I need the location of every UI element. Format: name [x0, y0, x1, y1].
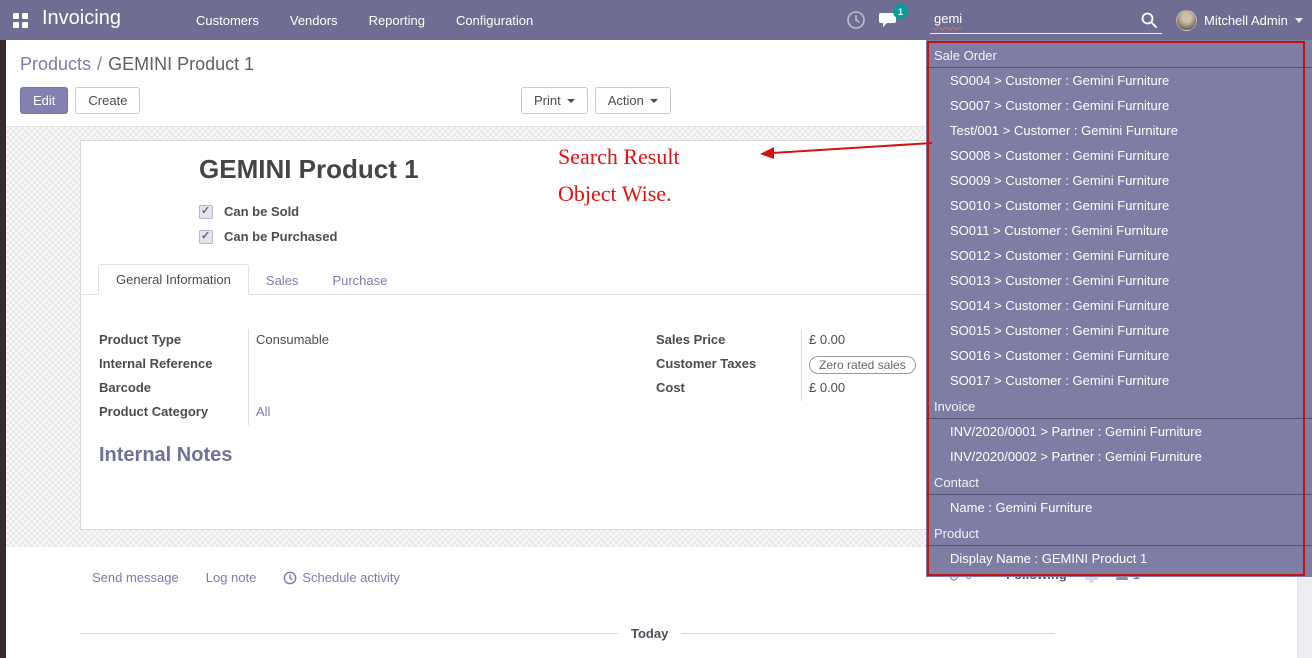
- today-divider: Today: [80, 626, 1055, 641]
- can-be-purchased-checkbox[interactable]: [199, 230, 213, 244]
- user-avatar: [1176, 10, 1197, 31]
- can-be-sold-label: Can be Sold: [224, 204, 299, 219]
- search-result-item[interactable]: SO009 > Customer : Gemini Furniture: [926, 168, 1312, 193]
- group-header-invoice: Invoice: [926, 393, 1312, 419]
- app-title[interactable]: Invoicing: [42, 7, 121, 30]
- search-result-item[interactable]: Name : Gemini Furniture: [926, 495, 1312, 520]
- messages-count-badge: 1: [893, 4, 908, 19]
- user-menu[interactable]: Mitchell Admin: [1176, 0, 1303, 40]
- tab-purchase[interactable]: Purchase: [315, 266, 404, 295]
- nav-item-vendors[interactable]: Vendors: [290, 13, 338, 28]
- chevron-down-icon: [1295, 18, 1303, 23]
- chevron-down-icon: [567, 99, 575, 103]
- page: Invoicing Customers Vendors Reporting Co…: [0, 0, 1312, 658]
- breadcrumb-products-link[interactable]: Products: [20, 54, 91, 74]
- annotation-text: Search Result Object Wise.: [558, 138, 778, 212]
- print-dropdown-button[interactable]: Print: [521, 87, 588, 114]
- chatter-actions: Send message Log note Schedule activity: [92, 570, 400, 585]
- global-search-input[interactable]: gemi: [930, 6, 1162, 34]
- internal-reference-value: [248, 353, 519, 377]
- apps-grid-icon[interactable]: [13, 13, 28, 28]
- can-be-sold-checkbox[interactable]: [199, 205, 213, 219]
- field-internal-reference: Internal Reference: [99, 353, 519, 377]
- top-navbar: Invoicing Customers Vendors Reporting Co…: [0, 0, 1312, 40]
- chevron-down-icon: [650, 99, 658, 103]
- search-result-item[interactable]: Display Name : GEMINI Product 1: [926, 546, 1312, 571]
- user-name: Mitchell Admin: [1204, 13, 1288, 28]
- search-result-item[interactable]: Test/001 > Customer : Gemini Furniture: [926, 118, 1312, 143]
- nav-item-reporting[interactable]: Reporting: [369, 13, 425, 28]
- internal-notes-heading: Internal Notes: [99, 444, 232, 467]
- nav-item-configuration[interactable]: Configuration: [456, 13, 533, 28]
- group-header-sale-order: Sale Order: [926, 42, 1312, 68]
- action-dropdown-button[interactable]: Action: [595, 87, 671, 114]
- breadcrumb: Products/GEMINI Product 1: [20, 54, 254, 75]
- barcode-value: [248, 377, 519, 401]
- tab-general-information[interactable]: General Information: [98, 264, 249, 295]
- group-header-product: Product: [926, 520, 1312, 546]
- schedule-activity-link[interactable]: Schedule activity: [283, 570, 400, 585]
- field-product-type: Product Type Consumable: [99, 329, 519, 353]
- search-result-item[interactable]: SO015 > Customer : Gemini Furniture: [926, 318, 1312, 343]
- search-result-item[interactable]: SO010 > Customer : Gemini Furniture: [926, 193, 1312, 218]
- send-message-link[interactable]: Send message: [92, 570, 179, 585]
- annotation-arrow: [758, 134, 938, 164]
- field-product-category: Product Category All: [99, 401, 519, 425]
- tab-sales[interactable]: Sales: [249, 266, 316, 295]
- group-header-contact: Contact: [926, 469, 1312, 495]
- field-group-left: Product Type Consumable Internal Referen…: [99, 329, 519, 425]
- customer-taxes-badge: Zero rated sales: [809, 356, 916, 374]
- clock-icon: [283, 571, 297, 585]
- scrollbar[interactable]: [1297, 577, 1312, 658]
- search-result-item[interactable]: SO011 > Customer : Gemini Furniture: [926, 218, 1312, 243]
- search-results-dropdown: Sale Order SO004 > Customer : Gemini Fur…: [926, 40, 1312, 577]
- field-barcode: Barcode: [99, 377, 519, 401]
- activities-clock-icon[interactable]: [844, 9, 868, 31]
- search-result-item[interactable]: SO012 > Customer : Gemini Furniture: [926, 243, 1312, 268]
- search-query-text: gemi: [934, 11, 962, 26]
- today-label: Today: [618, 626, 681, 641]
- search-result-item[interactable]: INV/2020/0001 > Partner : Gemini Furnitu…: [926, 419, 1312, 444]
- nav-menu: Customers Vendors Reporting Configuratio…: [196, 0, 533, 40]
- search-result-item[interactable]: SO014 > Customer : Gemini Furniture: [926, 293, 1312, 318]
- search-result-item[interactable]: SO007 > Customer : Gemini Furniture: [926, 93, 1312, 118]
- search-result-item[interactable]: INV/2020/0002 > Partner : Gemini Furnitu…: [926, 444, 1312, 469]
- product-category-link[interactable]: All: [248, 401, 519, 425]
- breadcrumb-separator: /: [91, 54, 108, 74]
- search-result-item[interactable]: SO004 > Customer : Gemini Furniture: [926, 68, 1312, 93]
- search-result-item[interactable]: SO008 > Customer : Gemini Furniture: [926, 143, 1312, 168]
- edit-button[interactable]: Edit: [20, 87, 68, 114]
- search-result-item[interactable]: SO017 > Customer : Gemini Furniture: [926, 368, 1312, 393]
- search-result-item[interactable]: SO016 > Customer : Gemini Furniture: [926, 343, 1312, 368]
- can-be-purchased-label: Can be Purchased: [224, 229, 337, 244]
- product-title: GEMINI Product 1: [199, 154, 419, 185]
- search-icon[interactable]: [1140, 11, 1158, 29]
- log-note-link[interactable]: Log note: [206, 570, 257, 585]
- product-type-value: Consumable: [248, 329, 519, 353]
- breadcrumb-current: GEMINI Product 1: [108, 54, 254, 74]
- nav-item-customers[interactable]: Customers: [196, 13, 259, 28]
- create-button[interactable]: Create: [75, 87, 140, 114]
- search-result-item[interactable]: SO013 > Customer : Gemini Furniture: [926, 268, 1312, 293]
